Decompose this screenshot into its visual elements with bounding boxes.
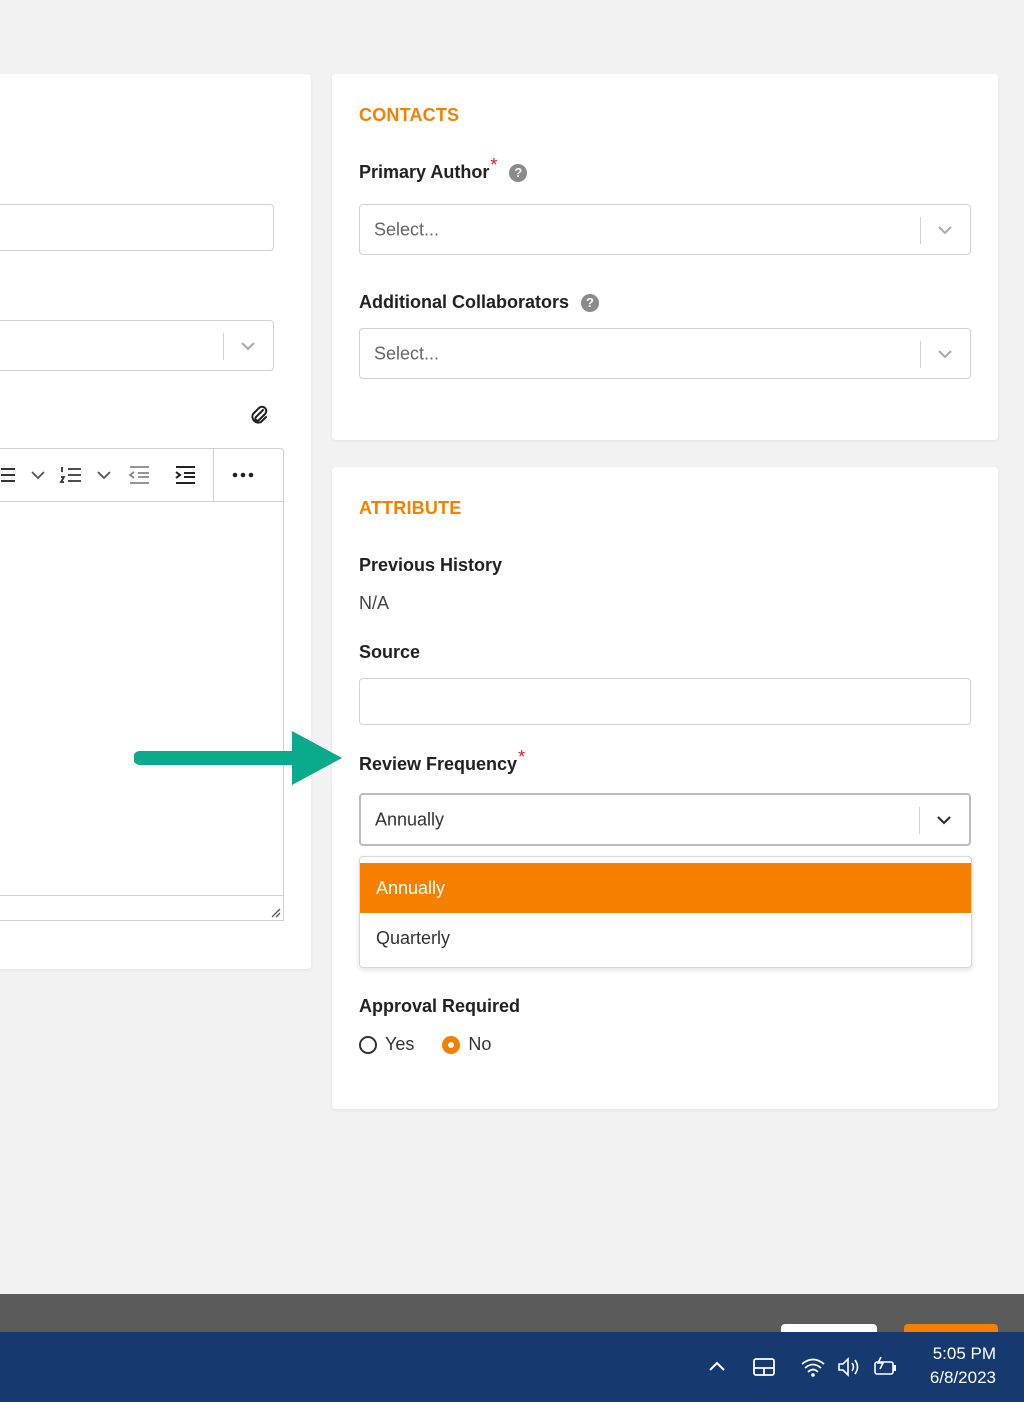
numbered-list-icon[interactable]	[59, 463, 83, 487]
help-icon[interactable]: ?	[509, 163, 528, 182]
paperclip-icon[interactable]	[248, 404, 270, 426]
tablet-mode-icon[interactable]	[751, 1354, 777, 1380]
editor-status-bar	[0, 895, 283, 920]
primary-author-select[interactable]: Select...	[359, 204, 971, 255]
chevron-down-icon[interactable]	[934, 343, 956, 365]
radio-checked-icon[interactable]	[442, 1035, 461, 1054]
clock-date: 6/8/2023	[929, 1368, 996, 1387]
more-options-icon[interactable]	[231, 463, 255, 487]
outdent-icon[interactable]	[127, 463, 151, 487]
editor-toolbar	[0, 448, 284, 502]
review-frequency-menu: Annually Quarterly	[359, 856, 972, 968]
menu-option-annually[interactable]: Annually	[360, 863, 971, 913]
required-marker: *	[490, 155, 498, 175]
chevron-down-icon	[241, 342, 255, 351]
review-frequency-label: Review Frequency *	[359, 747, 526, 774]
category-select[interactable]	[0, 320, 274, 371]
review-frequency-select[interactable]: Annually	[359, 793, 971, 846]
wifi-icon[interactable]	[800, 1354, 826, 1380]
additional-collaborators-select[interactable]: Select...	[359, 328, 971, 379]
indent-icon[interactable]	[173, 463, 197, 487]
approval-required-label: Approval Required	[359, 996, 521, 1016]
approval-no-radio[interactable]: No	[442, 1034, 491, 1055]
previous-history-value: N/A	[359, 593, 390, 613]
attribute-title: ATTRIBUTE	[359, 498, 462, 518]
menu-option-quarterly[interactable]: Quarterly	[360, 913, 971, 963]
resize-handle-icon[interactable]	[269, 906, 281, 918]
chevron-down-icon[interactable]	[29, 463, 47, 487]
previous-history-label: Previous History	[359, 555, 503, 575]
required-marker: *	[518, 747, 526, 767]
radio-unchecked-icon[interactable]	[359, 1035, 377, 1054]
text-input[interactable]	[0, 204, 274, 251]
volume-icon[interactable]	[836, 1354, 862, 1380]
clock-time: 5:05 PM	[932, 1344, 996, 1363]
chevron-up-icon[interactable]	[704, 1354, 730, 1380]
approval-required-radio-group: Yes No	[359, 1034, 519, 1055]
taskbar: 5:05 PM 6/8/2023	[0, 1332, 1024, 1402]
primary-author-label: Primary Author * ?	[359, 155, 528, 183]
chevron-down-icon[interactable]	[933, 809, 955, 831]
annotation-arrow-icon	[134, 731, 342, 785]
battery-icon[interactable]	[872, 1354, 898, 1380]
attribute-card: ATTRIBUTE Previous History N/A Source Re…	[332, 467, 998, 1109]
rich-text-editor[interactable]	[0, 501, 284, 921]
system-clock[interactable]: 5:05 PM 6/8/2023	[930, 1342, 996, 1390]
additional-collaborators-placeholder: Select...	[374, 343, 440, 363]
source-input[interactable]	[359, 678, 971, 725]
approval-yes-radio[interactable]: Yes	[359, 1034, 414, 1055]
primary-author-placeholder: Select...	[374, 219, 440, 239]
toolbar-divider	[213, 449, 214, 502]
bullet-list-icon[interactable]	[0, 463, 19, 487]
contacts-card: CONTACTS Primary Author * ? Select... Add…	[332, 74, 998, 440]
chevron-down-icon[interactable]	[95, 463, 113, 487]
contacts-title: CONTACTS	[359, 105, 460, 125]
review-frequency-value: Annually	[375, 809, 445, 829]
chevron-down-icon[interactable]	[934, 219, 956, 241]
source-label: Source	[359, 642, 421, 662]
additional-collaborators-label: Additional Collaborators ?	[359, 292, 600, 313]
help-icon[interactable]: ?	[581, 293, 600, 312]
